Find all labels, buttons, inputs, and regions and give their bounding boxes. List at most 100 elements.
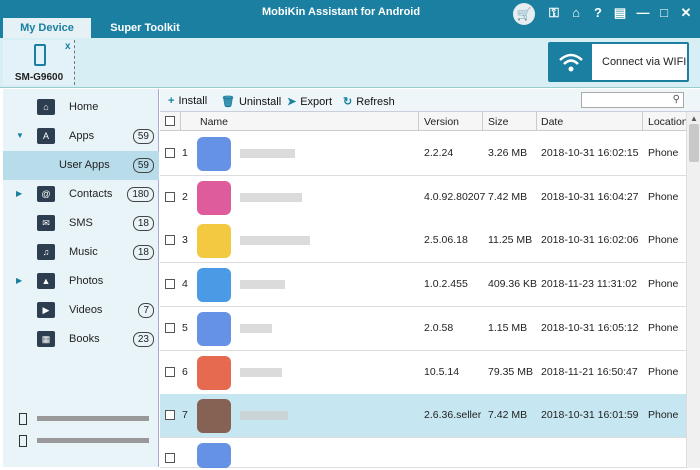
sidebar-item-label: Videos (69, 304, 103, 316)
sidebar-item-sms[interactable]: ✉ SMS 18 (3, 209, 159, 238)
expand-right-icon[interactable]: ▶ (16, 276, 22, 285)
expand-right-icon[interactable]: ▶ (16, 189, 22, 198)
table-row[interactable]: 7 2.6.36.seller 7.42 MB 2018-10-31 16:01:59… (160, 394, 686, 439)
column-date[interactable]: Date (541, 116, 563, 128)
trash-icon: 🗑 (221, 96, 235, 108)
table-row[interactable]: 5 2.0.58 1.15 MB 2018-10-31 16:05:12 Phone (160, 306, 686, 351)
row-checkbox[interactable] (165, 191, 175, 202)
app-title: MobiKin Assistant for Android (262, 6, 421, 18)
sidebar-item-label: Apps (69, 130, 95, 142)
apps-icon: A (37, 128, 55, 144)
phone-storage (19, 413, 149, 425)
sidebar-item-videos[interactable]: ▶ Videos 7 (3, 296, 159, 325)
app-version: 2.6.36.seller (424, 409, 482, 422)
app-date: 2018-10-31 16:02:15 (541, 147, 639, 159)
sidebar-item-contacts[interactable]: ▶ @ Contacts 180 (3, 180, 159, 209)
row-checkbox[interactable] (165, 148, 175, 158)
sidebar-item-label: SMS (69, 217, 93, 229)
uninstall-button[interactable]: 🗑 Uninstall (221, 95, 281, 108)
search-icon[interactable]: ⚲ (673, 94, 680, 105)
refresh-button[interactable]: ↻ Refresh (343, 95, 395, 108)
table-row[interactable]: 3 2.5.06.18 11.25 MB 2018-10-31 16:02:06 Pho… (160, 219, 686, 264)
app-size: 3.26 MB (488, 147, 528, 159)
row-number: 3 (182, 234, 188, 247)
app-size: 11.25 MB (488, 234, 533, 247)
row-checkbox[interactable] (165, 366, 175, 377)
maximize-icon[interactable]: □ (655, 4, 673, 22)
row-number: 5 (182, 321, 188, 334)
sidebar-item-music[interactable]: ♫ Music 18 (3, 238, 159, 267)
row-checkbox[interactable] (165, 235, 175, 246)
key-icon[interactable]: ⚿ (545, 4, 563, 22)
column-location[interactable]: Location (648, 116, 688, 128)
install-label: Install (178, 95, 208, 107)
device-tab[interactable]: x SM-G9600 (3, 40, 75, 85)
sidebar-item-label: Home (69, 101, 99, 113)
sidebar-item-books[interactable]: ▦ Books 23 (3, 325, 159, 354)
app-date: 2018-10-31 16:05:12 (541, 321, 639, 334)
app-location: Phone (648, 409, 679, 422)
wifi-label: Connect via WIFI (602, 56, 687, 68)
export-label: Export (300, 96, 333, 108)
device-name: SM-G9600 (14, 72, 64, 83)
search-input[interactable]: ⚲ (581, 92, 684, 108)
row-checkbox[interactable] (165, 322, 175, 333)
row-checkbox[interactable] (165, 453, 175, 463)
column-version[interactable]: Version (424, 116, 459, 128)
tab-my-device[interactable]: My Device (3, 18, 91, 38)
feedback-icon[interactable]: ▤ (611, 4, 629, 22)
close-device-icon[interactable]: x (65, 41, 71, 52)
table-row[interactable]: 1 2.2.24 3.26 MB 2018-10-31 16:02:15 Phone (160, 132, 686, 176)
app-location: Phone (648, 321, 679, 334)
connect-wifi-button[interactable]: Connect via WIFI (548, 42, 689, 82)
row-number: 1 (182, 147, 188, 159)
sidebar-item-photos[interactable]: ▶ ▲ Photos (3, 267, 159, 296)
row-number: 7 (182, 409, 188, 422)
sidebar-item-label: Photos (69, 275, 104, 287)
scrollbar[interactable]: ▲ (686, 112, 700, 468)
export-button[interactable]: ➤ Export (287, 95, 332, 108)
sidebar-item-user-apps[interactable]: User Apps 59 (3, 151, 159, 180)
row-number: 2 (182, 190, 188, 203)
row-number: 4 (182, 278, 188, 291)
scroll-up-icon[interactable]: ▲ (690, 114, 698, 123)
refresh-icon: ↻ (343, 96, 353, 108)
sidebar-item-apps[interactable]: ▼ A Apps 59 (3, 122, 159, 151)
app-name-blurred (240, 280, 285, 290)
wifi-icon (550, 44, 592, 80)
app-icon (197, 180, 231, 215)
cart-icon[interactable]: 🛒 (513, 3, 535, 25)
app-icon (197, 355, 231, 390)
table-row[interactable]: 6 10.5.14 79.35 MB 2018-11-21 16:50:47 Phone (160, 350, 686, 395)
app-version: 2.0.58 (424, 321, 454, 334)
row-checkbox[interactable] (165, 410, 175, 421)
expand-down-icon[interactable]: ▼ (16, 131, 24, 140)
app-name-blurred (240, 149, 295, 158)
table-row[interactable]: 2 4.0.92.80207 7.42 MB 2018-10-31 16:04:27 P… (160, 175, 686, 220)
close-icon[interactable]: ✕ (677, 4, 695, 22)
uninstall-label: Uninstall (238, 96, 282, 108)
install-button[interactable]: + Install (168, 95, 207, 107)
home-icon: ⌂ (37, 99, 55, 115)
table-row[interactable]: 4 1.0.2.455 409.36 KB 2018-11-23 11:31:02 Ph… (160, 263, 686, 308)
sidebar-item-home[interactable]: ⌂ Home (3, 93, 159, 122)
column-name[interactable]: Name (200, 116, 228, 128)
export-icon: ➤ (287, 96, 297, 108)
column-size[interactable]: Size (488, 116, 508, 128)
table-row[interactable] (160, 438, 686, 468)
app-name-blurred (240, 192, 302, 202)
help-icon[interactable]: ? (589, 4, 607, 22)
column-divider (482, 112, 483, 131)
row-checkbox[interactable] (165, 279, 175, 290)
home-icon[interactable]: ⌂ (567, 4, 585, 22)
app-location: Phone (648, 190, 679, 203)
contacts-icon: @ (37, 186, 55, 202)
select-all-checkbox[interactable] (165, 116, 175, 126)
phone-storage-icon (19, 413, 27, 425)
minimize-icon[interactable]: — (634, 4, 652, 22)
sidebar-item-label: User Apps (59, 159, 110, 171)
app-size: 7.42 MB (488, 190, 528, 203)
scroll-thumb[interactable] (689, 124, 699, 162)
tab-super-toolkit[interactable]: Super Toolkit (100, 18, 190, 38)
column-divider (180, 112, 181, 131)
